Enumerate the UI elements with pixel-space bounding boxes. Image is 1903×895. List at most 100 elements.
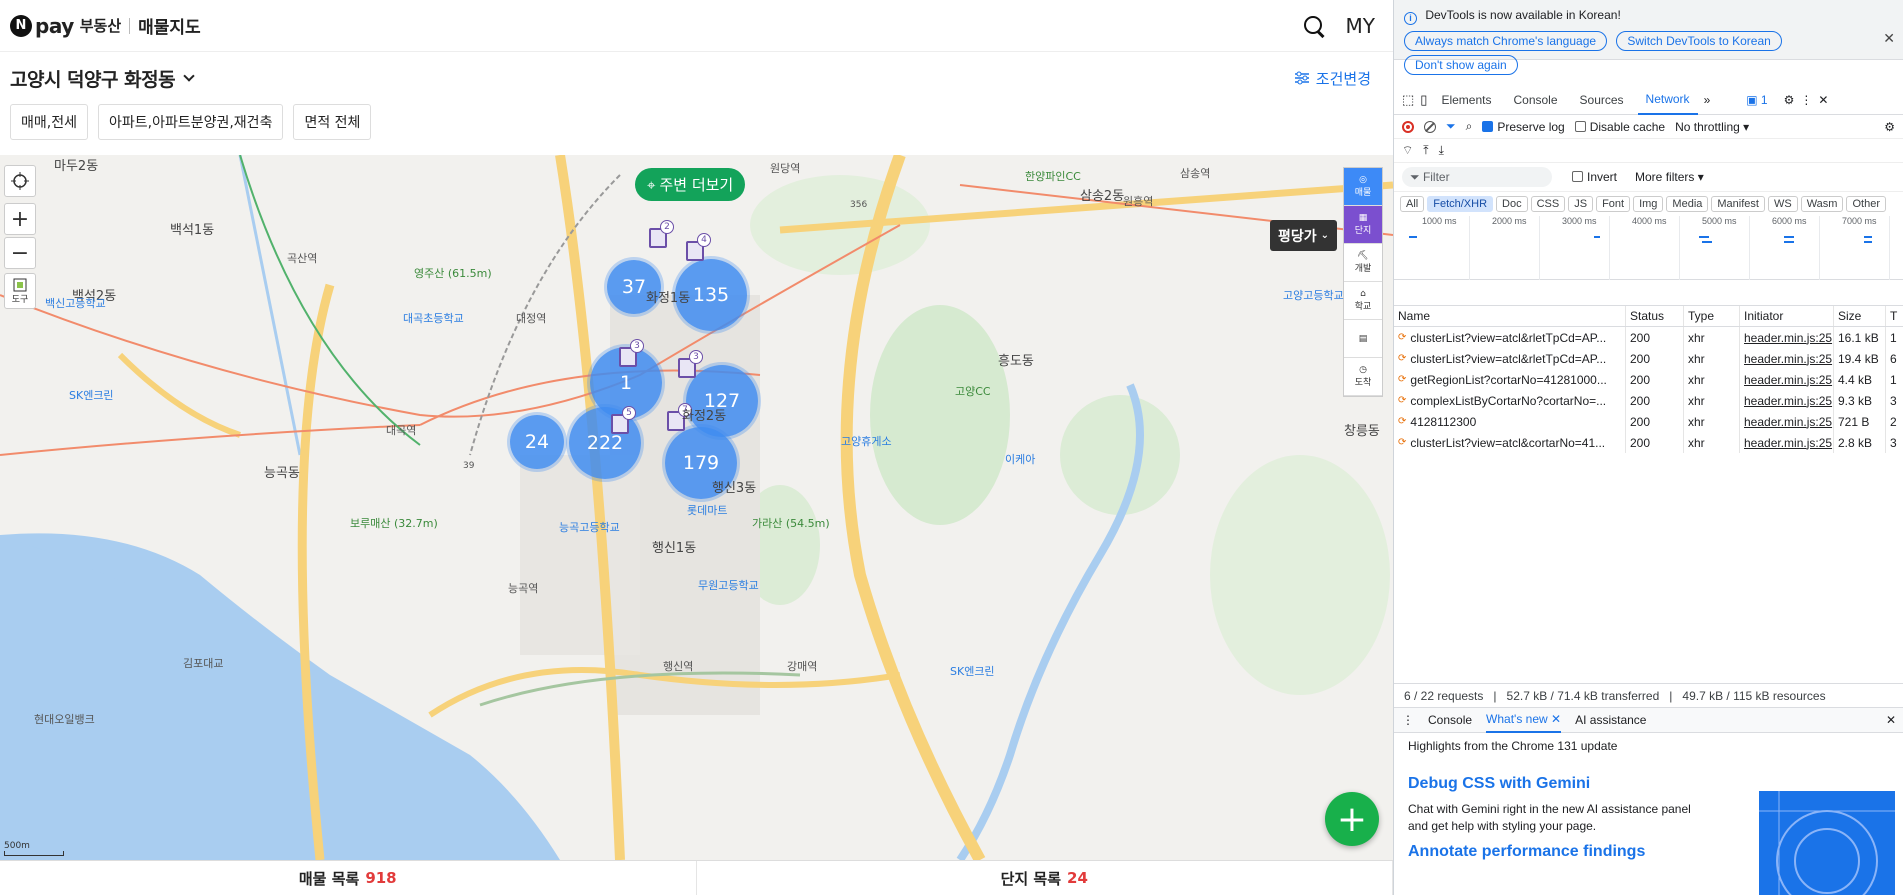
device-toolbar-icon[interactable]: ▯ [1420,92,1427,108]
column-header-time[interactable]: T [1886,306,1903,326]
dont-show-again-button[interactable]: Don't show again [1404,55,1518,75]
close-drawer-icon[interactable]: ✕ [1886,713,1896,727]
tab-console[interactable]: Console [1505,85,1565,115]
settings-gear-icon[interactable]: ⚙ [1784,93,1795,107]
layer-school-button[interactable]: ⌂ 학교 [1344,282,1382,320]
type-chip[interactable]: All [1400,196,1425,212]
price-per-area-toggle[interactable]: 평당가 ⌄ [1270,220,1338,251]
issues-badge[interactable]: ▣ 1 [1746,93,1767,107]
kebab-menu-icon[interactable]: ⋮ [1800,93,1812,107]
layer-listings-button[interactable]: ◎ 매물 [1344,168,1382,206]
table-row[interactable]: ⟳ clusterList?view=atcl&rletTpCd=AP... 20… [1394,348,1903,369]
table-row[interactable]: ⟳ complexListByCortarNo?cortarNo=... 200 … [1394,390,1903,411]
filter-chip-property-type[interactable]: 아파트,아파트분양권,재건축 [97,104,284,140]
type-chip[interactable]: Media [1666,196,1709,212]
listing-list-tab[interactable]: 매물 목록 918 [0,861,697,895]
table-row[interactable]: ⟳ clusterList?view=atcl&rletTpCd=AP... 20… [1394,327,1903,348]
switch-korean-button[interactable]: Switch DevTools to Korean [1616,31,1782,51]
column-header-initiator[interactable]: Initiator [1740,306,1834,326]
map-tools-button[interactable]: 도구 [4,273,36,309]
table-row[interactable]: ⟳ clusterList?view=atcl&cortarNo=41... 20… [1394,432,1903,453]
complex-list-tab[interactable]: 단지 목록 24 [697,861,1393,895]
filter-chip-area[interactable]: 면적 전체 [293,104,372,140]
wifi-icon[interactable]: ⌔ [1402,143,1413,158]
drawer-tab-whats-new[interactable]: What's new ✕ [1486,707,1562,733]
request-initiator-link[interactable]: header.min.js:25 [1740,348,1834,369]
clear-icon[interactable] [1424,120,1436,133]
download-icon[interactable]: ⤓ [1439,143,1444,158]
close-icon[interactable]: ✕ [1883,30,1895,47]
close-icon[interactable]: ✕ [1551,712,1561,726]
request-initiator-link[interactable]: header.min.js:25 [1740,369,1834,390]
type-chip[interactable]: Img [1633,196,1664,212]
tab-network[interactable]: Network [1637,85,1698,115]
filter-funnel-icon[interactable]: ⏷ [1446,119,1456,134]
region-title[interactable]: 고양시 덕양구 화정동 [10,65,176,92]
type-chip[interactable]: JS [1568,196,1594,212]
type-chip[interactable]: Font [1596,196,1631,212]
type-chip[interactable]: Doc [1496,196,1528,212]
disable-cache-checkbox[interactable]: Disable cache [1574,120,1665,134]
network-settings-icon[interactable]: ⚙ [1884,120,1895,134]
drawer-tab-console[interactable]: Console [1428,713,1472,727]
network-timeline-overview[interactable]: 1000 ms 2000 ms 3000 ms 4000 ms 5000 ms … [1394,216,1903,280]
table-row[interactable]: ⟳ getRegionList?cortarNo=41281000... 200 … [1394,369,1903,390]
type-chip-active[interactable]: Fetch/XHR [1427,196,1494,212]
complex-marker[interactable]: 5 [609,406,636,434]
inspect-icon[interactable]: ⬚ [1402,92,1414,108]
column-header-size[interactable]: Size [1834,306,1886,326]
record-icon[interactable] [1402,120,1414,133]
filter-input[interactable]: ⏷ Filter [1402,167,1552,187]
complex-marker[interactable]: 2 [647,220,674,248]
service-title[interactable]: 매물지도 [138,13,201,38]
complex-marker[interactable]: 3 [617,339,644,367]
type-chip[interactable]: Manifest [1711,196,1765,212]
more-filters-dropdown[interactable]: More filters ▾ [1635,170,1704,184]
invert-checkbox[interactable]: Invert [1572,170,1617,184]
request-initiator-link[interactable]: header.min.js:25 [1740,390,1834,411]
zoom-in-button[interactable]: + [4,203,36,235]
close-devtools-icon[interactable]: ✕ [1818,93,1828,107]
table-row[interactable]: ⟳ 4128112300 200 xhr header.min.js:25 721… [1394,411,1903,432]
logo-realestate-text[interactable]: 부동산 [80,15,121,36]
request-initiator-link[interactable]: header.min.js:25 [1740,411,1834,432]
zoom-out-button[interactable]: − [4,237,36,269]
request-initiator-link[interactable]: header.min.js:25 [1740,327,1834,348]
layer-development-button[interactable]: ⛏ 개발 [1344,244,1382,282]
my-button[interactable]: MY [1346,14,1375,38]
preserve-log-checkbox[interactable]: Preserve log [1482,120,1565,134]
column-header-status[interactable]: Status [1626,306,1684,326]
tab-sources[interactable]: Sources [1572,85,1632,115]
listing-cluster[interactable]: 24 [510,415,564,469]
tab-elements[interactable]: Elements [1433,85,1499,115]
request-initiator-link[interactable]: header.min.js:25 [1740,432,1834,453]
type-chip[interactable]: Wasm [1800,196,1844,212]
upload-icon[interactable]: ⤒ [1423,143,1428,158]
match-language-button[interactable]: Always match Chrome's language [1404,31,1608,51]
more-tabs-icon[interactable]: » [1704,93,1711,107]
around-more-button[interactable]: ⌖ 주변 더보기 [635,168,746,201]
complex-marker[interactable]: 4 [684,233,711,261]
layer-complex-button[interactable]: ▦ 단지 [1344,206,1382,244]
map-canvas[interactable]: + − 도구 ⌖ 주변 더보기 평당가 ⌄ ◎ 매물 ▦ 단지 ⛏ 개발 ⌂ 학교 [0,155,1393,860]
type-chip[interactable]: Other [1846,196,1886,212]
column-header-name[interactable]: Name [1394,306,1626,326]
my-location-button[interactable] [4,165,36,197]
layer-arrival-button[interactable]: ◷ 도착 [1344,358,1382,396]
logo-pay-text[interactable]: pay [35,14,74,38]
filter-chip-trade-type[interactable]: 매매,전세 [10,104,88,140]
search-icon[interactable] [1302,14,1326,38]
drawer-tab-ai-assistance[interactable]: AI assistance [1575,713,1646,727]
column-header-type[interactable]: Type [1684,306,1740,326]
complex-marker[interactable]: 3 [676,350,703,378]
drawer-menu-icon[interactable]: ⋮ [1402,713,1414,727]
throttling-select[interactable]: No throttling ▾ [1675,120,1749,134]
search-icon[interactable]: ⌕ [1466,119,1473,134]
npay-logo-icon[interactable]: N [10,14,32,37]
chevron-down-icon[interactable] [183,70,195,82]
type-chip[interactable]: WS [1767,196,1798,212]
layer-other-button[interactable]: ▤ [1344,320,1382,358]
add-button[interactable]: + [1325,792,1379,846]
condition-change-button[interactable]: 조건변경 [1294,68,1371,89]
type-chip[interactable]: CSS [1530,196,1566,212]
